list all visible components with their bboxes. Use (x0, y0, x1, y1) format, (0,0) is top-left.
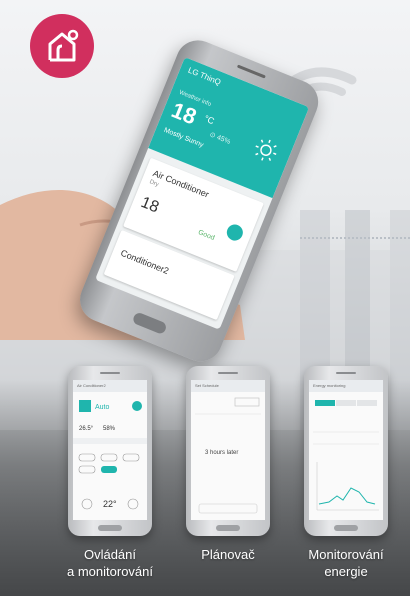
humidity-value: 58% (103, 426, 116, 432)
control-phone: Air Conditioner2 Auto 26.5° 58% 22° (68, 366, 152, 536)
sun-icon (255, 139, 277, 161)
phone-speaker (236, 64, 266, 79)
control-screen: Air Conditioner2 Auto 26.5° 58% 22° (73, 380, 147, 520)
phone-screen: LG ThinQ Weather info 18 °C ⊙ 45% Mostly… (95, 57, 310, 330)
energy-screen: Energy monitoring (309, 380, 383, 520)
phone-speaker (218, 372, 238, 374)
device-name: Conditioner2 (119, 247, 171, 277)
caption-energy-line1: Monitorování (308, 547, 384, 562)
smart-home-icon (48, 29, 79, 62)
caption-control: Ovládání a monitorování (40, 546, 180, 580)
device-value: 18 (138, 193, 162, 217)
power-button[interactable] (224, 222, 246, 243)
caption-control-line1: Ovládání (83, 547, 137, 562)
control-screen-content: Auto 26.5° 58% 22° (73, 400, 147, 510)
schedule-screen-content: 3 hours later (195, 397, 261, 514)
screen-header: Energy monitoring (309, 380, 383, 392)
energy-screen-content (313, 400, 379, 511)
mode-label: Auto (95, 404, 110, 411)
caption-control-line2: a monitorování (67, 564, 153, 579)
promo-page: LG ThinQ Weather info 18 °C ⊙ 45% Mostly… (0, 0, 410, 596)
smart-home-logo (30, 14, 94, 78)
home-button[interactable] (216, 525, 240, 531)
schedule-screen: Set Schedule 3 hours later (191, 380, 265, 520)
device-status: Good (196, 229, 216, 242)
set-temp: 22° (103, 499, 117, 509)
temperature-unit: °C (202, 113, 216, 127)
home-button[interactable] (98, 525, 122, 531)
caption-energy: Monitorování energie (290, 546, 402, 580)
app-name: LG ThinQ (186, 65, 223, 87)
screen-header: Set Schedule (191, 380, 265, 392)
caption-schedule: Plánovač (178, 546, 278, 563)
weather-condition: Mostly Sunny (162, 126, 205, 150)
schedule-phone: Set Schedule 3 hours later (186, 366, 270, 536)
home-button[interactable] (334, 525, 358, 531)
device-mode: Dry (148, 179, 160, 189)
energy-phone: Energy monitoring (304, 366, 388, 536)
humidity: ⊙ 45% (208, 131, 232, 146)
screen-header: Air Conditioner2 (73, 380, 147, 392)
schedule-info: 3 hours later (205, 450, 238, 456)
current-temp: 26.5° (79, 426, 94, 432)
caption-energy-line2: energie (324, 564, 368, 579)
phone-speaker (336, 372, 356, 374)
phone-speaker (100, 372, 120, 374)
device-name: Air Conditioner (151, 168, 211, 200)
caption-schedule-text: Plánovač (201, 547, 255, 562)
home-button[interactable] (131, 311, 168, 336)
